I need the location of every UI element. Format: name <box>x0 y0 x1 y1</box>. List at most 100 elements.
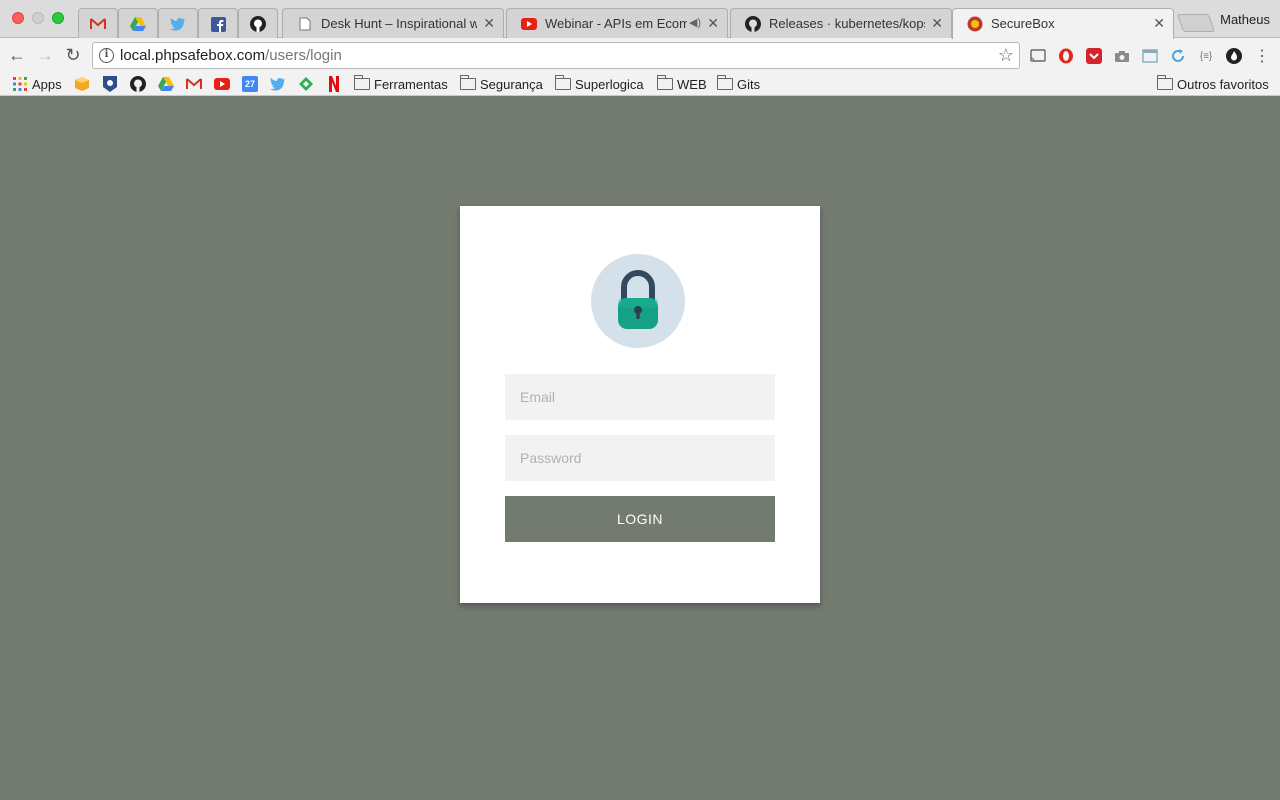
close-tab-icon[interactable]: ✕ <box>1153 15 1165 32</box>
bookmark-google-drive[interactable] <box>158 75 178 93</box>
calendar-icon: 27 <box>242 76 258 92</box>
bookmark-github[interactable] <box>130 75 150 93</box>
bookmark-label: Superlogica <box>575 76 644 92</box>
lock-badge <box>591 254 685 348</box>
twitter-icon <box>270 76 286 92</box>
tab-github[interactable] <box>238 8 278 38</box>
bookmarks-bar: Apps 27 Ferramentas Segurança Superlogic… <box>0 72 1280 96</box>
tab-twitter[interactable] <box>158 8 198 38</box>
login-button[interactable]: LOGIN <box>505 496 775 542</box>
facebook-icon <box>210 16 226 32</box>
camera-icon[interactable] <box>1113 47 1131 65</box>
close-tab-icon[interactable]: ✕ <box>707 15 719 32</box>
bookmark-other-favorites[interactable]: Outros favoritos <box>1157 75 1269 93</box>
opera-icon[interactable] <box>1057 47 1075 65</box>
folder-icon <box>460 75 476 90</box>
login-card: LOGIN <box>460 206 820 603</box>
bookmark-apps[interactable]: Apps <box>12 75 62 93</box>
tab-google-drive[interactable] <box>118 8 158 38</box>
bookmark-folder-ferramentas[interactable]: Ferramentas <box>354 75 448 93</box>
tab-desk-hunt[interactable]: Desk Hunt – Inspirational work ✕ <box>282 8 504 38</box>
bookmark-label: Outros favoritos <box>1177 76 1269 92</box>
info-icon[interactable]: i <box>99 48 114 63</box>
bookmark-netflix[interactable] <box>326 75 346 93</box>
badge-icon <box>102 76 118 92</box>
folder-icon <box>1157 75 1173 90</box>
refresh-icon[interactable] <box>1169 47 1187 65</box>
youtube-icon <box>521 16 537 32</box>
lock-icon <box>618 270 658 329</box>
gmail-icon <box>186 76 202 92</box>
folder-icon <box>555 75 571 90</box>
new-tab-button[interactable] <box>1176 14 1216 32</box>
bookmark-label: Gits <box>737 76 761 92</box>
bookmark-calendar[interactable]: 27 <box>242 75 262 93</box>
json-icon[interactable]: {≡} <box>1197 47 1215 65</box>
bookmark-folder-seguranca[interactable]: Segurança <box>460 75 543 93</box>
speaker-icon[interactable]: ◀) <box>689 16 701 29</box>
github-icon <box>745 16 761 32</box>
document-icon <box>297 16 313 32</box>
bookmark-star-icon[interactable]: ☆ <box>998 45 1014 66</box>
fire-icon[interactable] <box>1225 47 1243 65</box>
window-maximize-button[interactable] <box>52 12 64 24</box>
gmail-icon <box>90 16 106 32</box>
close-tab-icon[interactable]: ✕ <box>931 15 943 32</box>
bookmark-label: Apps <box>32 76 62 92</box>
tab-kops-releases[interactable]: Releases · kubernetes/kops ✕ <box>730 8 952 38</box>
url-text[interactable]: local.phpsafebox.com/users/login <box>120 47 342 64</box>
bookmark-folder-superlogica[interactable]: Superlogica <box>555 75 644 93</box>
toolbar: ← → ↻ i local.phpsafebox.com/users/login… <box>0 38 1280 72</box>
bookmark-folder-gits[interactable]: Gits <box>717 75 760 93</box>
google-drive-icon <box>130 16 146 32</box>
tab-title: Releases · kubernetes/kops <box>769 16 925 31</box>
address-bar[interactable]: i local.phpsafebox.com/users/login ☆ <box>92 42 1020 69</box>
window-icon[interactable] <box>1141 47 1159 65</box>
url-path: /users/login <box>265 47 342 64</box>
bookmark-folder-web[interactable]: WEB <box>657 75 707 93</box>
youtube-icon <box>214 76 230 92</box>
securebox-icon <box>967 16 983 32</box>
feedly-icon <box>298 76 314 92</box>
tab-title: SecureBox <box>991 16 1055 31</box>
tab-webinar[interactable]: Webinar - APIs em Ecomme ◀) ✕ <box>506 8 728 38</box>
bookmark-youtube[interactable] <box>214 75 234 93</box>
back-arrow-icon[interactable]: ← <box>6 44 28 66</box>
tab-securebox[interactable]: SecureBox ✕ <box>952 8 1174 39</box>
google-drive-icon <box>158 76 174 92</box>
close-tab-icon[interactable]: ✕ <box>483 15 495 32</box>
bookmark-box[interactable] <box>74 75 94 93</box>
tab-facebook[interactable] <box>198 8 238 38</box>
box-icon <box>74 76 90 92</box>
bookmark-twitter[interactable] <box>270 75 290 93</box>
bookmark-gmail[interactable] <box>186 75 206 93</box>
password-field[interactable] <box>505 435 775 481</box>
window-minimize-button[interactable] <box>32 12 44 24</box>
forward-arrow-icon[interactable]: → <box>34 44 56 66</box>
bookmark-label: WEB <box>677 76 707 92</box>
tab-strip: Desk Hunt – Inspirational work ✕ Webinar… <box>0 0 1280 39</box>
twitter-icon <box>170 16 186 32</box>
reload-icon[interactable]: ↻ <box>62 44 84 66</box>
github-icon <box>130 76 146 92</box>
folder-icon <box>717 75 733 90</box>
netflix-icon <box>326 76 342 92</box>
profile-name[interactable]: Matheus <box>1220 12 1270 27</box>
bookmark-feedly[interactable] <box>298 75 318 93</box>
window-close-button[interactable] <box>12 12 24 24</box>
folder-icon <box>657 75 673 90</box>
bookmark-label: Ferramentas <box>374 76 448 92</box>
github-icon <box>250 16 266 32</box>
url-host: local.phpsafebox.com <box>120 47 266 64</box>
bookmark-label: Segurança <box>480 76 543 92</box>
tab-title: Desk Hunt – Inspirational work <box>321 16 477 31</box>
apps-grid-icon <box>12 76 28 92</box>
bookmark-badge[interactable] <box>102 75 122 93</box>
cast-icon[interactable] <box>1029 47 1047 65</box>
tab-gmail[interactable] <box>78 8 118 38</box>
pocket-icon[interactable] <box>1085 47 1103 65</box>
more-icon[interactable]: ⋮ <box>1253 47 1271 65</box>
email-field[interactable] <box>505 374 775 420</box>
folder-icon <box>354 75 370 90</box>
tab-title: Webinar - APIs em Ecomme <box>545 16 687 31</box>
